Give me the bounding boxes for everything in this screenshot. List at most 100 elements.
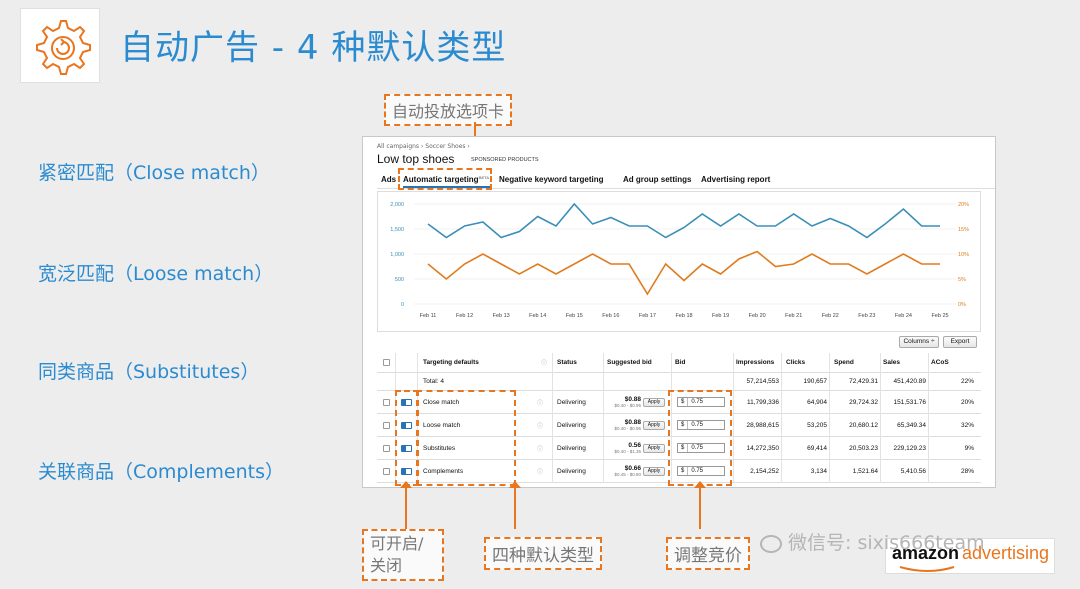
clicks: 69,414 [807, 444, 827, 452]
status-text: Delivering [557, 421, 586, 429]
gear-logo-icon [20, 8, 100, 83]
y-right-tick-label: 20% [958, 202, 969, 208]
callout-toggle: 可开启/ 关闭 [362, 529, 444, 581]
acos: 20% [960, 398, 974, 406]
status-text: Delivering [557, 398, 586, 406]
highlight-bids [668, 390, 732, 486]
clicks: 64,904 [807, 398, 827, 406]
clicks: 3,134 [810, 467, 827, 475]
apply-button[interactable]: Apply [643, 460, 665, 482]
row-checkbox[interactable] [383, 414, 390, 436]
col-status[interactable]: Status [557, 353, 577, 372]
breadcrumb[interactable]: All campaigns › Soccer Shoes › [377, 143, 470, 150]
x-tick-label: Feb 20 [749, 313, 766, 319]
total-sales: 451,420.89 [893, 378, 926, 385]
sales: 151,531.76 [893, 398, 926, 406]
series-line-orange [427, 250, 940, 296]
connector-bid [699, 487, 701, 529]
apply-button[interactable]: Apply [643, 437, 665, 459]
row-checkbox[interactable] [383, 391, 390, 413]
suggested-bid-value: 0.56 [628, 442, 641, 449]
row-checkbox[interactable] [383, 460, 390, 482]
y-left-tick-label: 1,000 [390, 252, 404, 258]
table-header-row: Targeting defaults ⓘ Status Suggested bi… [377, 353, 981, 373]
column-divider [733, 353, 734, 483]
col-suggested-bid[interactable]: Suggested bid [607, 353, 652, 372]
col-clicks[interactable]: Clicks [786, 353, 805, 372]
x-tick-label: Feb 13 [493, 313, 510, 319]
status-text: Delivering [557, 444, 586, 452]
status-text: Delivering [557, 467, 586, 475]
label-loose-match: 宽泛匹配（Loose match） [38, 263, 274, 285]
tab-ad-group-settings[interactable]: Ad group settings [623, 175, 691, 184]
highlight-types [416, 390, 516, 486]
sales: 65,349.34 [897, 421, 926, 429]
chart-svg: 2,000 20% 1,500 15% 1,000 10% 500 5% 0 0% Feb 11 Fe… [390, 202, 969, 319]
acos: 9% [964, 444, 974, 452]
x-tick-label: Feb 12 [456, 313, 473, 319]
column-divider [552, 353, 553, 483]
y-right-tick-label: 15% [958, 227, 969, 233]
arrow-up-icon [509, 481, 521, 488]
sales: 229,129.23 [893, 444, 926, 452]
info-icon: ⓘ [537, 469, 544, 476]
info-icon: ⓘ [537, 446, 544, 453]
suggested-bid-range: $0.45 - $0.80 [614, 472, 641, 477]
suggested-bid: 0.56 $0.40 - $1.35 [607, 437, 641, 459]
spend: 20,680.12 [849, 421, 878, 429]
y-left-tick-label: 0 [401, 302, 404, 308]
x-tick-label: Feb 19 [712, 313, 729, 319]
col-acos[interactable]: ACoS [931, 353, 949, 372]
suggested-bid-value: $0.88 [624, 396, 641, 403]
x-tick-label: Feb 23 [858, 313, 875, 319]
connector-types [514, 487, 516, 529]
x-tick-label: Feb 25 [931, 313, 948, 319]
info-icon: ⓘ [537, 400, 544, 407]
column-divider [781, 353, 782, 483]
total-label: Total: 4 [423, 378, 444, 385]
y-left-tick-label: 500 [395, 277, 404, 283]
tab-ads[interactable]: Ads [381, 175, 396, 184]
col-sales[interactable]: Sales [883, 353, 900, 372]
callout-auto-targeting-tab: 自动投放选项卡 [384, 94, 513, 126]
x-tick-label: Feb 15 [566, 313, 583, 319]
info-icon: ⓘ [537, 423, 544, 430]
y-right-tick-label: 5% [958, 277, 966, 283]
campaign-type-badge: SPONSORED PRODUCTS [471, 157, 539, 163]
row-checkbox[interactable] [383, 437, 390, 459]
col-spend[interactable]: Spend [834, 353, 854, 372]
suggested-bid: $0.88 $0.40 - $0.95 [607, 391, 641, 413]
total-impressions: 57,214,553 [746, 378, 779, 385]
suggested-bid: $0.66 $0.45 - $0.80 [607, 460, 641, 482]
x-tick-label: Feb 14 [529, 313, 546, 319]
tab-advertising-report[interactable]: Advertising report [701, 175, 770, 184]
x-tick-label: Feb 21 [785, 313, 802, 319]
export-button[interactable]: Export [943, 336, 977, 348]
apply-button-label: Apply [643, 420, 665, 430]
callout-bid: 调整竞价 [666, 537, 750, 570]
info-icon: ⓘ [541, 361, 548, 367]
suggested-bid-range: $0.40 - $0.95 [614, 403, 641, 408]
tab-negative-keyword-targeting[interactable]: Negative keyword targeting [499, 175, 603, 184]
column-divider [603, 353, 604, 483]
label-complements: 关联商品（Complements） [38, 461, 285, 483]
performance-chart: 2,000 20% 1,500 15% 1,000 10% 500 5% 0 0% Feb 11 Fe… [377, 191, 981, 332]
suggested-bid-value: $0.66 [624, 465, 641, 472]
suggested-bid-range: $0.40 - $0.95 [614, 426, 641, 431]
x-tick-label: Feb 22 [822, 313, 839, 319]
col-targeting-defaults[interactable]: Targeting defaults [423, 353, 479, 372]
apply-button[interactable]: Apply [643, 414, 665, 436]
table-total-row: Total: 4 57,214,553 190,657 72,429.31 45… [377, 373, 981, 391]
columns-button[interactable]: Columns ÷ [899, 336, 939, 348]
col-bid[interactable]: Bid [675, 353, 685, 372]
y-left-tick-label: 2,000 [390, 202, 404, 208]
column-divider [928, 353, 929, 483]
apply-button-label: Apply [643, 443, 665, 453]
select-all-checkbox[interactable] [383, 353, 390, 372]
x-tick-label: Feb 17 [639, 313, 656, 319]
apply-button[interactable]: Apply [643, 391, 665, 413]
x-tick-label: Feb 18 [675, 313, 692, 319]
col-impressions[interactable]: Impressions [736, 353, 774, 372]
suggested-bid-range: $0.40 - $1.35 [614, 449, 641, 454]
smile-icon [899, 566, 955, 572]
